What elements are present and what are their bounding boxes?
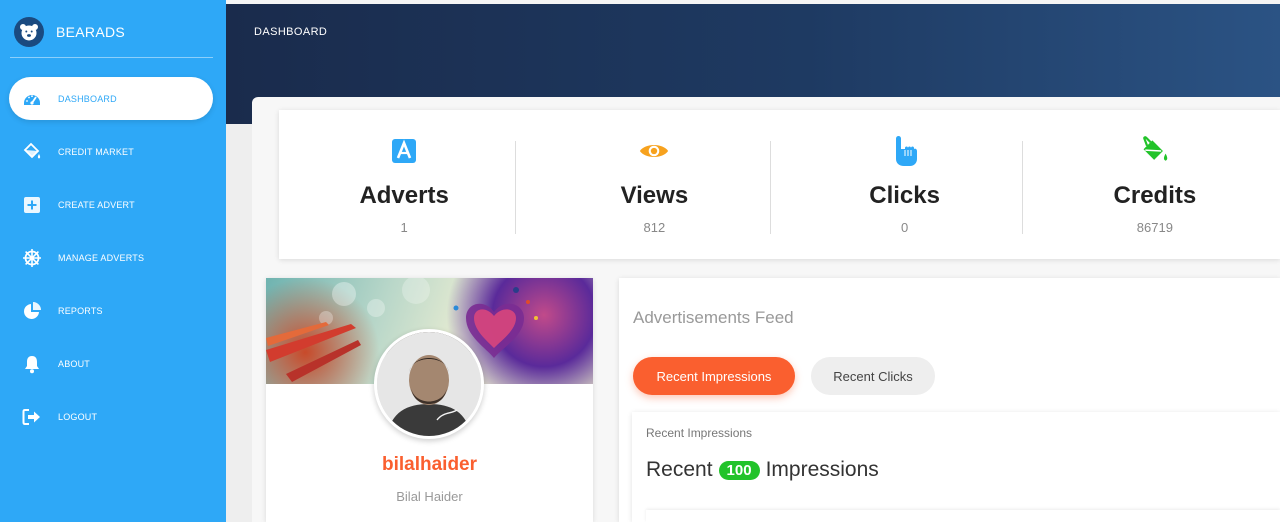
profile-username[interactable]: bilalhaider [266, 454, 593, 476]
advertisements-feed-card: Advertisements Feed Recent Impressions R… [619, 278, 1280, 522]
sidebar-item-label: CREATE ADVERT [58, 199, 135, 210]
sidebar-divider [10, 57, 213, 58]
sidebar-item-label: DASHBOARD [58, 93, 117, 104]
avatar-image [377, 332, 481, 436]
sidebar-item-label: CREDIT MARKET [58, 146, 134, 157]
sidebar-item-manage-adverts[interactable]: MANAGE ADVERTS [9, 236, 213, 279]
sidebar-item-create-advert[interactable]: CREATE ADVERT [9, 183, 213, 226]
stat-views[interactable]: Views 812 [515, 110, 779, 259]
dharmachakra-icon [22, 248, 42, 268]
logout-icon [22, 407, 42, 427]
feed-title: Advertisements Feed [633, 308, 794, 327]
stat-divider [769, 141, 771, 234]
profile-card: bilalhaider Bilal Haider [266, 278, 593, 522]
stat-label: Clicks [869, 182, 940, 209]
profile-full-name: Bilal Haider [396, 489, 463, 504]
brand[interactable]: BEARADS [14, 17, 125, 47]
pie-chart-icon [22, 301, 42, 321]
stat-label: Adverts [359, 182, 449, 209]
eye-icon [639, 136, 669, 166]
paint-bucket-icon [1140, 136, 1170, 166]
avatar[interactable] [374, 329, 484, 439]
tab-recent-impressions[interactable]: Recent Impressions [633, 357, 795, 395]
panel-label: Recent Impressions [646, 426, 753, 440]
brand-name: BEARADS [56, 24, 126, 40]
stat-value: 0 [901, 220, 909, 235]
stat-divider [1021, 141, 1023, 234]
stat-value: 86719 [1136, 220, 1173, 235]
stat-label: Credits [1113, 182, 1197, 209]
stat-value: 812 [643, 220, 666, 235]
stat-divider [515, 141, 517, 234]
stat-value: 1 [400, 220, 408, 235]
bear-logo-icon [14, 17, 44, 47]
pointing-hand-icon [890, 136, 920, 166]
tab-recent-clicks[interactable]: Recent Clicks [811, 357, 935, 395]
sidebar-item-dashboard[interactable]: DASHBOARD [9, 77, 213, 120]
bell-icon [22, 354, 42, 374]
sidebar-item-label: REPORTS [58, 305, 103, 316]
stat-label: Views [620, 182, 689, 209]
page-title: DASHBOARD [254, 26, 328, 38]
count-badge: 100 [718, 460, 760, 480]
paint-bucket-icon [22, 142, 42, 162]
heading-suffix: Impressions [765, 458, 879, 481]
sidebar-item-label: ABOUT [58, 358, 91, 369]
sidebar: BEARADS DASHBOARD CREDIT MARKET CREATE A… [0, 0, 226, 522]
stat-clicks[interactable]: Clicks 0 [769, 110, 1030, 259]
app-store-icon [389, 136, 419, 166]
sidebar-item-credit-market[interactable]: CREDIT MARKET [9, 130, 213, 173]
sidebar-item-reports[interactable]: REPORTS [9, 289, 213, 332]
plus-square-icon [22, 195, 42, 215]
panel-heading: Recent 100 Impressions [646, 458, 879, 482]
recent-impressions-panel: Recent Impressions Recent 100 Impression… [632, 412, 1280, 522]
sidebar-item-about[interactable]: ABOUT [9, 342, 213, 385]
stat-adverts[interactable]: Adverts 1 [279, 110, 529, 259]
stats-card: Adverts 1 Views 812 Clicks 0 Credits 867… [279, 110, 1280, 259]
heading-prefix: Recent [646, 458, 713, 481]
dashboard-icon [22, 89, 42, 109]
sidebar-item-label: MANAGE ADVERTS [58, 252, 145, 263]
stat-credits[interactable]: Credits 86719 [1021, 110, 1280, 259]
impressions-list [646, 510, 1280, 522]
sidebar-item-logout[interactable]: LOGOUT [9, 395, 213, 438]
sidebar-item-label: LOGOUT [58, 411, 98, 422]
